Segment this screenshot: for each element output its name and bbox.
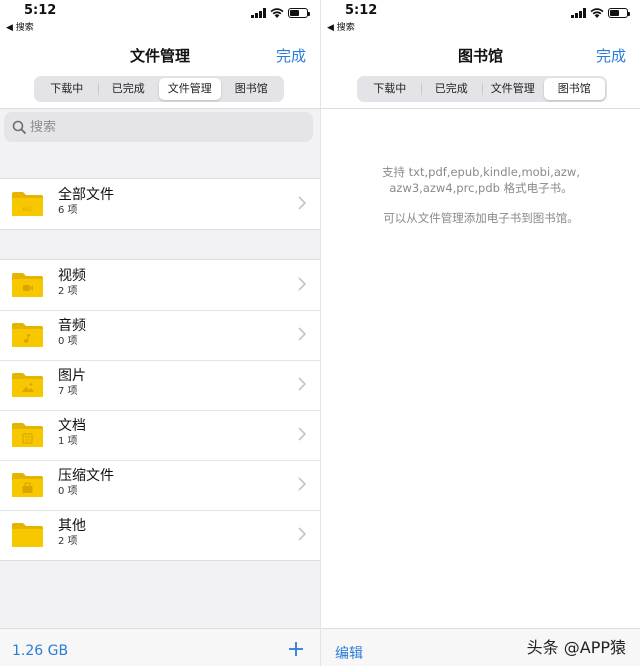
add-plus-icon[interactable] (288, 641, 304, 657)
done-button[interactable]: 完成 (276, 45, 306, 66)
list-item[interactable]: 压缩文件 0 项 (0, 460, 320, 510)
tab-library[interactable]: 图书馆 (221, 78, 283, 100)
list-item[interactable]: 文档 1 项 (0, 410, 320, 460)
chevron-right-icon (298, 477, 306, 491)
status-icons (571, 8, 630, 18)
folder-video-icon (12, 273, 43, 297)
folder-other-icon (12, 523, 43, 547)
list-item-count: 2 项 (58, 536, 78, 547)
back-to-search-link[interactable]: ◀ 搜索 (6, 20, 34, 33)
tab-file-manager[interactable]: 文件管理 (482, 78, 544, 100)
wifi-icon (270, 8, 284, 18)
list-item-count: 1 项 (58, 436, 78, 447)
status-time: 5:12 (345, 3, 378, 18)
chevron-right-icon (298, 427, 306, 441)
folder-audio-icon (12, 323, 43, 347)
nav-bar: 文件管理 完成 (0, 40, 320, 70)
cellular-signal-icon (251, 8, 266, 18)
list-item[interactable]: 音频 0 项 (0, 310, 320, 360)
folder-document-icon (12, 423, 43, 447)
list-item-name: 视频 (58, 268, 86, 284)
supported-formats-text: 支持 txt,pdf,epub,kindle,mobi,azw,azw3,azw… (382, 165, 580, 195)
chevron-right-icon (298, 527, 306, 541)
list-item-name: 音频 (58, 318, 86, 334)
back-to-search-link[interactable]: ◀ 搜索 (327, 20, 355, 33)
chevron-right-icon (298, 196, 306, 210)
all-files-group: ALL 全部文件 6 项 (0, 178, 320, 230)
library-empty-message: 支持 txt,pdf,epub,kindle,mobi,azw,azw3,azw… (381, 164, 581, 240)
list-item-count: 2 项 (58, 286, 78, 297)
tab-completed[interactable]: 已完成 (420, 78, 483, 100)
list-item[interactable]: 视频 2 项 (0, 260, 320, 310)
done-button[interactable]: 完成 (596, 45, 626, 66)
status-bar: 5:12 ◀ 搜索 (321, 0, 640, 34)
folder-archive-icon (12, 473, 43, 497)
nav-bar: 图书馆 完成 (321, 40, 640, 70)
list-item-name: 压缩文件 (58, 468, 114, 484)
tab-library[interactable]: 图书馆 (543, 78, 605, 100)
wifi-icon (590, 8, 604, 18)
bottom-toolbar: 1.26 GB (0, 628, 320, 666)
chevron-right-icon (298, 327, 306, 341)
list-item-name: 图片 (58, 368, 86, 384)
folder-all-badge: ALL (22, 206, 33, 213)
chevron-right-icon (298, 277, 306, 291)
watermark-text: 头条 @APP猿 (526, 638, 626, 657)
list-item-count: 0 项 (58, 486, 78, 497)
battery-icon (288, 8, 310, 18)
page-title: 文件管理 (129, 47, 190, 65)
list-item-count: 7 项 (58, 386, 78, 397)
status-icons (251, 8, 310, 18)
list-item[interactable]: ALL 全部文件 6 项 (0, 179, 320, 229)
folder-all-icon: ALL (12, 192, 43, 216)
list-item[interactable]: 图片 7 项 (0, 360, 320, 410)
tab-downloading[interactable]: 下载中 (36, 78, 98, 100)
tab-file-manager[interactable]: 文件管理 (159, 78, 221, 100)
storage-used-label: 1.26 GB (12, 643, 69, 659)
search-bar[interactable] (4, 112, 313, 142)
chevron-right-icon (298, 377, 306, 391)
edit-button[interactable]: 编辑 (335, 643, 363, 663)
list-item-text: 全部文件 6 项 (58, 186, 114, 218)
folder-image-icon (12, 373, 43, 397)
add-ebook-hint-text: 可以从文件管理添加电子书到图书馆。 (383, 211, 579, 225)
tab-downloading[interactable]: 下载中 (359, 78, 421, 100)
list-item-count: 0 项 (58, 336, 78, 347)
tab-completed[interactable]: 已完成 (97, 78, 160, 100)
list-item-name: 文档 (58, 418, 86, 434)
list-item-name: 全部文件 (58, 187, 114, 203)
list-item-name: 其他 (58, 518, 86, 534)
file-manager-screen: 5:12 ◀ 搜索 文件管理 完成 下载中 已完成 文件管理 图书馆 ALL 全… (0, 0, 320, 666)
bottom-toolbar: 编辑 头条 @APP猿 (321, 628, 640, 666)
list-item-count: 6 项 (58, 205, 78, 216)
search-input[interactable] (30, 119, 280, 135)
page-title: 图书馆 (457, 47, 503, 65)
category-group: 视频 2 项 音频 0 项 图片 7 项 文档 1 项 压缩文件 0 项 其他 … (0, 259, 320, 561)
status-bar: 5:12 ◀ 搜索 (0, 0, 320, 34)
cellular-signal-icon (571, 8, 586, 18)
list-item[interactable]: 其他 2 项 (0, 510, 320, 560)
search-icon (12, 120, 26, 134)
battery-icon (608, 8, 630, 18)
library-screen: 5:12 ◀ 搜索 图书馆 完成 下载中 已完成 文件管理 图书馆 支持 txt… (320, 0, 640, 666)
status-time: 5:12 (24, 3, 57, 18)
tab-segment-control: 下载中 已完成 文件管理 图书馆 (357, 76, 607, 102)
tab-segment-control: 下载中 已完成 文件管理 图书馆 (34, 76, 284, 102)
